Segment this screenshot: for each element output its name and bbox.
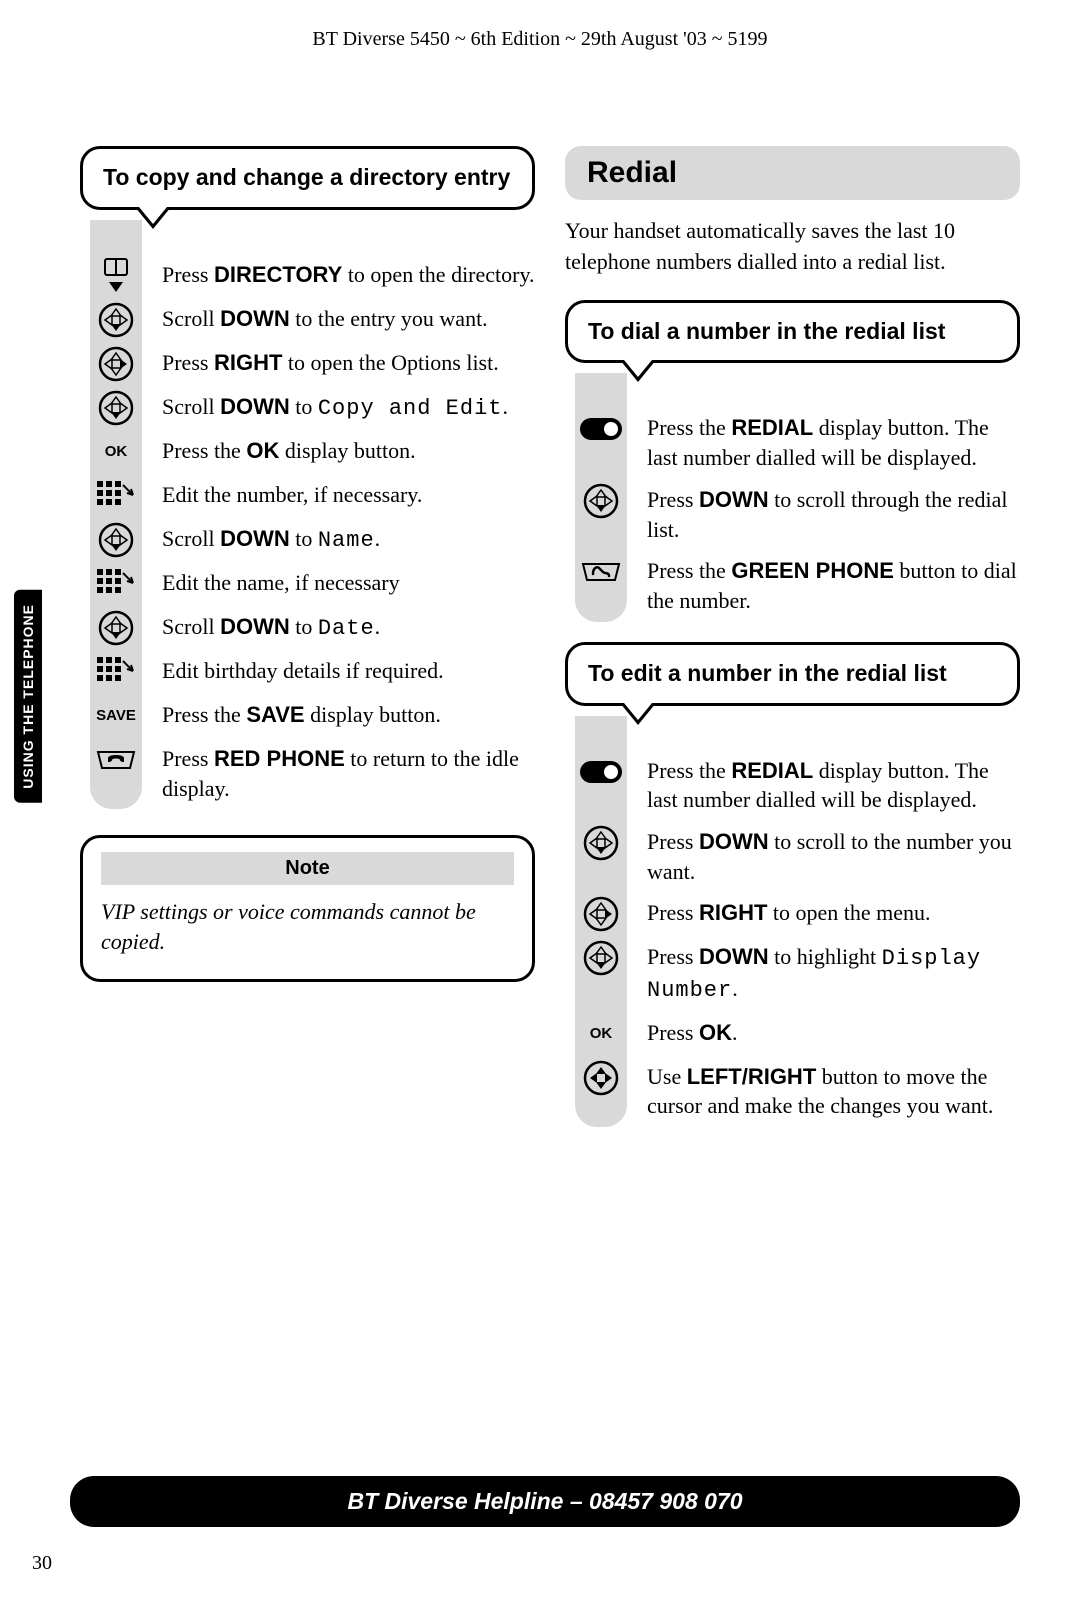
step-text: Press DOWN to scroll through the redial … bbox=[647, 485, 1020, 544]
note-body: VIP settings or voice commands cannot be… bbox=[101, 897, 514, 956]
step-text: Scroll DOWN to the entry you want. bbox=[162, 304, 535, 334]
nav-down-icon bbox=[90, 388, 142, 428]
footer-helpline: BT Diverse Helpline – 08457 908 070 bbox=[70, 1476, 1020, 1527]
redial-icon bbox=[575, 409, 627, 449]
callout-edit-redial: To edit a number in the redial list bbox=[565, 642, 1020, 706]
red-phone-icon bbox=[90, 740, 142, 780]
step-text: Press the GREEN PHONE button to dial the… bbox=[647, 556, 1020, 615]
green-phone-icon bbox=[575, 552, 627, 592]
step-item: SAVEPress the SAVE display button. bbox=[144, 694, 535, 738]
callout-title: To dial a number in the redial list bbox=[588, 317, 997, 347]
step-item: Scroll DOWN to the entry you want. bbox=[144, 298, 535, 342]
step-item: Edit the number, if necessary. bbox=[144, 474, 535, 518]
step-item: Edit birthday details if required. bbox=[144, 650, 535, 694]
right-column: Redial Your handset automatically saves … bbox=[565, 146, 1020, 1127]
step-text: Press RED PHONE to return to the idle di… bbox=[162, 744, 535, 803]
step-text: Press OK. bbox=[647, 1018, 1020, 1048]
document-header: BT Diverse 5450 ~ 6th Edition ~ 29th Aug… bbox=[0, 0, 1080, 51]
step-item: Edit the name, if necessary bbox=[144, 562, 535, 606]
side-tab: USING THE TELEPHONE bbox=[14, 590, 42, 803]
nav-down-icon bbox=[575, 938, 627, 978]
step-item: Press the REDIAL display button. The las… bbox=[629, 407, 1020, 478]
step-text: Press RIGHT to open the menu. bbox=[647, 898, 1020, 928]
label-icon: OK bbox=[90, 432, 142, 472]
step-item: Press RIGHT to open the Options list. bbox=[144, 342, 535, 386]
keypad-icon bbox=[90, 476, 142, 516]
step-text: Press the REDIAL display button. The las… bbox=[647, 756, 1020, 815]
step-item: OKPress the OK display button. bbox=[144, 430, 535, 474]
step-text: Press DOWN to scroll to the number you w… bbox=[647, 827, 1020, 886]
step-item: Press DOWN to scroll through the redial … bbox=[629, 479, 1020, 550]
step-text: Press the SAVE display button. bbox=[162, 700, 535, 730]
step-text: Scroll DOWN to Copy and Edit. bbox=[162, 392, 535, 424]
step-text: Press RIGHT to open the Options list. bbox=[162, 348, 535, 378]
step-item: Scroll DOWN to Copy and Edit. bbox=[144, 386, 535, 430]
label-icon: SAVE bbox=[90, 696, 142, 736]
left-column: To copy and change a directory entry Pre… bbox=[80, 146, 535, 1127]
nav-down-icon bbox=[90, 520, 142, 560]
step-item: Press the REDIAL display button. The las… bbox=[629, 750, 1020, 821]
step-text: Edit the name, if necessary bbox=[162, 568, 535, 598]
section-title-redial: Redial bbox=[565, 146, 1020, 200]
step-item: Scroll DOWN to Name. bbox=[144, 518, 535, 562]
callout-copy-change: To copy and change a directory entry bbox=[80, 146, 535, 210]
step-item: Press DIRECTORY to open the directory. bbox=[144, 254, 535, 298]
nav-down-icon bbox=[90, 300, 142, 340]
callout-dial-redial: To dial a number in the redial list bbox=[565, 300, 1020, 364]
book-down-icon bbox=[90, 256, 142, 296]
steps-list-right-1: Press the REDIAL display button. The las… bbox=[575, 373, 1020, 621]
note-box: Note VIP settings or voice commands cann… bbox=[80, 835, 535, 981]
page-content: To copy and change a directory entry Pre… bbox=[0, 51, 1080, 1127]
step-item: OKPress OK. bbox=[629, 1012, 1020, 1056]
callout-title: To copy and change a directory entry bbox=[103, 163, 512, 193]
nav-down-icon bbox=[90, 608, 142, 648]
redial-intro: Your handset automatically saves the las… bbox=[565, 216, 1020, 278]
step-item: Press DOWN to scroll to the number you w… bbox=[629, 821, 1020, 892]
step-item: Press RED PHONE to return to the idle di… bbox=[144, 738, 535, 809]
step-item: Use LEFT/RIGHT button to move the cursor… bbox=[629, 1056, 1020, 1127]
redial-icon bbox=[575, 752, 627, 792]
step-item: Press RIGHT to open the menu. bbox=[629, 892, 1020, 936]
step-text: Scroll DOWN to Name. bbox=[162, 524, 535, 556]
keypad-icon bbox=[90, 652, 142, 692]
step-text: Press DIRECTORY to open the directory. bbox=[162, 260, 535, 290]
nav-all-icon bbox=[575, 1058, 627, 1098]
nav-down-icon bbox=[575, 823, 627, 863]
callout-title: To edit a number in the redial list bbox=[588, 659, 997, 689]
step-text: Edit birthday details if required. bbox=[162, 656, 535, 686]
step-text: Scroll DOWN to Date. bbox=[162, 612, 535, 644]
step-text: Use LEFT/RIGHT button to move the cursor… bbox=[647, 1062, 1020, 1121]
steps-list-left: Press DIRECTORY to open the directory. Sc… bbox=[90, 220, 535, 809]
step-text: Press the REDIAL display button. The las… bbox=[647, 413, 1020, 472]
step-item: Press the GREEN PHONE button to dial the… bbox=[629, 550, 1020, 621]
label-icon: OK bbox=[575, 1014, 627, 1054]
step-text: Press DOWN to highlight Display Number. bbox=[647, 942, 1020, 1005]
nav-right-icon bbox=[575, 894, 627, 934]
nav-right-icon bbox=[90, 344, 142, 384]
page-number: 30 bbox=[32, 1552, 52, 1575]
step-item: Press DOWN to highlight Display Number. bbox=[629, 936, 1020, 1011]
step-text: Press the OK display button. bbox=[162, 436, 535, 466]
step-text: Edit the number, if necessary. bbox=[162, 480, 535, 510]
keypad-icon bbox=[90, 564, 142, 604]
nav-down-icon bbox=[575, 481, 627, 521]
steps-list-right-2: Press the REDIAL display button. The las… bbox=[575, 716, 1020, 1128]
note-title: Note bbox=[101, 852, 514, 885]
step-item: Scroll DOWN to Date. bbox=[144, 606, 535, 650]
